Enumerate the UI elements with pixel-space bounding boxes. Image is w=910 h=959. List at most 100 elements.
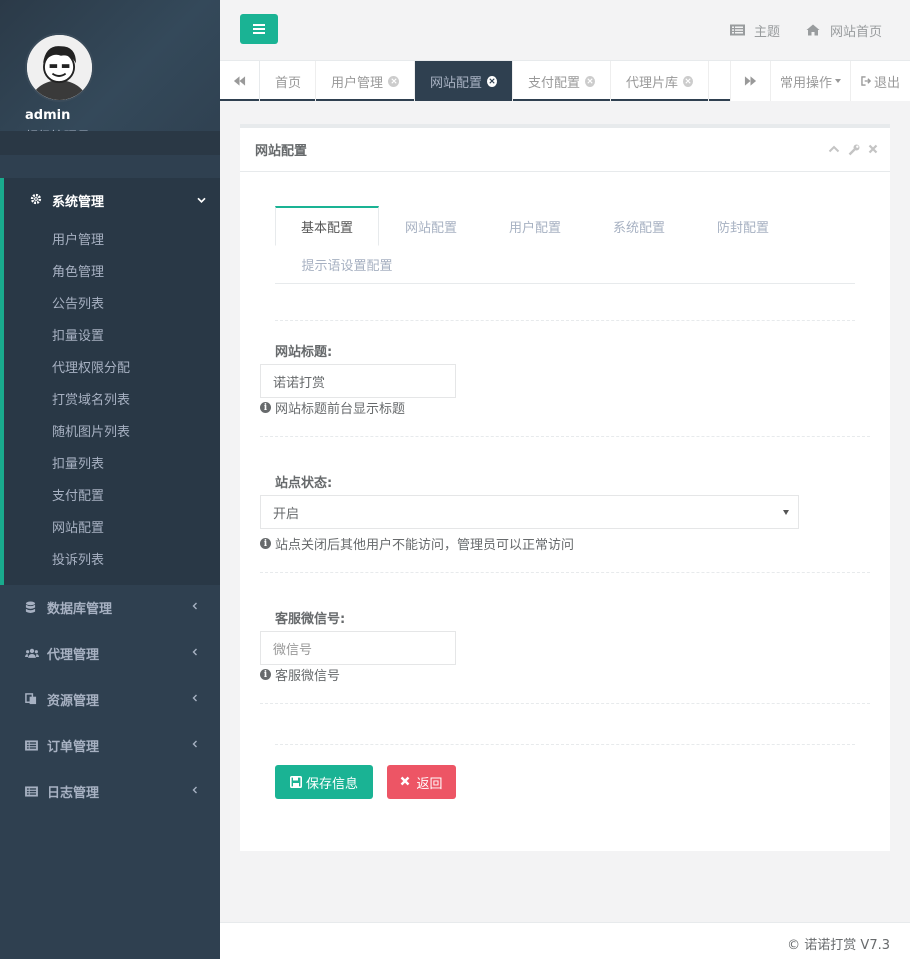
close-icon[interactable] xyxy=(585,75,595,87)
tab-basic-config[interactable]: 基本配置 xyxy=(275,206,379,246)
nav-group-system: 系统管理 xyxy=(0,178,220,585)
sidebar-item-roles[interactable]: 角色管理 xyxy=(52,261,104,280)
sidebar-item-agents-label: 代理管理 xyxy=(47,647,100,663)
close-icon[interactable] xyxy=(868,144,878,154)
divider xyxy=(260,572,870,573)
tab-anti-block-config[interactable]: 防封配置 xyxy=(691,206,795,246)
sidebar-item-domains[interactable]: 打赏域名列表 xyxy=(52,389,130,408)
theme-label: 主题 xyxy=(754,25,781,40)
wechat-placeholder: 微信号 xyxy=(273,642,313,658)
sidebar-item-agents[interactable]: 代理管理 xyxy=(0,630,220,676)
site-title-label: 网站标题: xyxy=(275,345,333,360)
back-button[interactable]: 返回 xyxy=(387,765,456,799)
tab-system-config[interactable]: 系统配置 xyxy=(587,206,691,246)
collapse-icon[interactable] xyxy=(828,144,840,154)
sidebar-item-payment-config[interactable]: 支付配置 xyxy=(52,485,104,504)
wrench-icon[interactable] xyxy=(848,144,860,156)
wechat-help-text: 客服微信号 xyxy=(275,669,341,684)
tab-payment-config[interactable]: 支付配置 xyxy=(513,61,611,101)
site-status-label: 站点状态: xyxy=(275,476,333,491)
sidebar-item-logs-label: 日志管理 xyxy=(47,785,100,801)
common-ops-label: 常用操作 xyxy=(779,75,832,91)
back-button-label: 返回 xyxy=(416,776,443,792)
divider xyxy=(260,436,870,437)
divider xyxy=(275,320,855,321)
footer: © 诺诺打赏 V7.3 xyxy=(220,922,910,959)
avatar[interactable] xyxy=(25,33,94,102)
info-icon: i xyxy=(260,402,271,413)
close-icon[interactable] xyxy=(683,75,693,87)
close-icon[interactable] xyxy=(388,75,399,87)
caret-down-icon xyxy=(835,79,841,83)
nav-group-system-header[interactable]: 系统管理 xyxy=(30,190,210,210)
site-status-select[interactable]: 开启 xyxy=(260,495,799,529)
caret-down-icon xyxy=(783,510,789,515)
common-ops-dropdown[interactable]: 常用操作 xyxy=(770,61,850,101)
hamburger-icon xyxy=(253,24,265,34)
sidebar-item-users[interactable]: 用户管理 xyxy=(52,229,104,248)
save-button[interactable]: 保存信息 xyxy=(275,765,373,799)
wechat-input[interactable]: 微信号 xyxy=(260,631,456,665)
tab-user-management[interactable]: 用户管理 xyxy=(316,61,415,101)
tab-user-config[interactable]: 用户配置 xyxy=(483,206,587,246)
nav-group-system-label: 系统管理 xyxy=(52,194,105,210)
sidebar-item-orders[interactable]: 订单管理 xyxy=(0,722,220,768)
config-tabs: 基本配置 网站配置 用户配置 系统配置 防封配置 提示语设置配置 xyxy=(275,206,855,284)
divider xyxy=(275,744,855,745)
wechat-label: 客服微信号: xyxy=(275,612,346,627)
divider xyxy=(260,703,870,704)
sidebar-item-deduction-settings[interactable]: 扣量设置 xyxy=(52,325,104,344)
site-home-link[interactable]: 网站首页 xyxy=(806,21,882,40)
list-icon xyxy=(730,24,745,37)
list-icon xyxy=(25,784,39,798)
backward-icon xyxy=(233,76,246,86)
theme-link[interactable]: 主题 xyxy=(730,21,780,40)
logout-button[interactable]: 退出 xyxy=(850,61,910,101)
username: admin xyxy=(25,108,71,123)
sidebar-item-random-images[interactable]: 随机图片列表 xyxy=(52,421,130,440)
menu-toggle-button[interactable] xyxy=(240,14,278,44)
site-status-help: i 站点关闭后其他用户不能访问，管理员可以正常访问 xyxy=(260,534,574,553)
site-title-help-text: 网站标题前台显示标题 xyxy=(275,402,406,417)
tabs-scroll-left-button[interactable] xyxy=(220,61,260,101)
top-navbar: 主题 网站首页 xyxy=(220,0,910,61)
site-home-label: 网站首页 xyxy=(830,25,883,40)
sidebar-item-site-config[interactable]: 网站配置 xyxy=(52,517,104,536)
chevron-left-icon xyxy=(192,786,197,794)
copy-icon xyxy=(25,692,39,706)
sidebar-item-resources[interactable]: 资源管理 xyxy=(0,676,220,722)
sidebar-item-logs[interactable]: 日志管理 xyxy=(0,768,220,814)
home-icon xyxy=(806,24,821,37)
caret-down-icon xyxy=(93,135,102,140)
profile-area: admin 超级管理员 xyxy=(0,0,220,155)
sidebar-item-announcements[interactable]: 公告列表 xyxy=(52,293,104,312)
logout-label: 退出 xyxy=(873,75,900,91)
tab-site-config-label: 网站配置 xyxy=(430,75,483,91)
info-icon: i xyxy=(260,538,271,549)
panel-tools xyxy=(828,144,878,156)
panel-header: 网站配置 xyxy=(240,128,890,172)
sidebar-item-deduction-list[interactable]: 扣量列表 xyxy=(52,453,104,472)
site-title-input[interactable]: 诺诺打赏 xyxy=(260,364,456,398)
sign-out-icon xyxy=(861,76,872,86)
site-title-help: i 网站标题前台显示标题 xyxy=(260,398,405,417)
info-icon: i xyxy=(260,669,271,680)
tab-site-config[interactable]: 网站配置 xyxy=(379,206,483,246)
tab-home[interactable]: 首页 xyxy=(260,61,316,101)
wechat-help: i 客服微信号 xyxy=(260,665,340,684)
tab-agent-library[interactable]: 代理片库 xyxy=(611,61,709,101)
list-icon xyxy=(25,738,39,752)
close-icon[interactable] xyxy=(487,75,497,87)
tab-site-config[interactable]: 网站配置 xyxy=(415,61,513,101)
tab-agent-library-label: 代理片库 xyxy=(626,75,679,91)
tab-prompt-config[interactable]: 提示语设置配置 xyxy=(275,244,419,284)
sidebar-item-complaints[interactable]: 投诉列表 xyxy=(52,549,104,568)
close-icon xyxy=(400,776,412,788)
user-role-dropdown[interactable]: 超级管理员 xyxy=(25,126,102,145)
sidebar: admin 超级管理员 系统管理 用户管理 角色管理 公告列表 扣量设置 代理权… xyxy=(0,0,220,959)
sidebar-item-database[interactable]: 数据库管理 xyxy=(0,584,220,630)
tab-home-label: 首页 xyxy=(275,75,302,91)
tabs-scroll-right-button[interactable] xyxy=(730,61,770,101)
chevron-left-icon xyxy=(192,648,197,656)
sidebar-item-agent-permissions[interactable]: 代理权限分配 xyxy=(52,357,130,376)
